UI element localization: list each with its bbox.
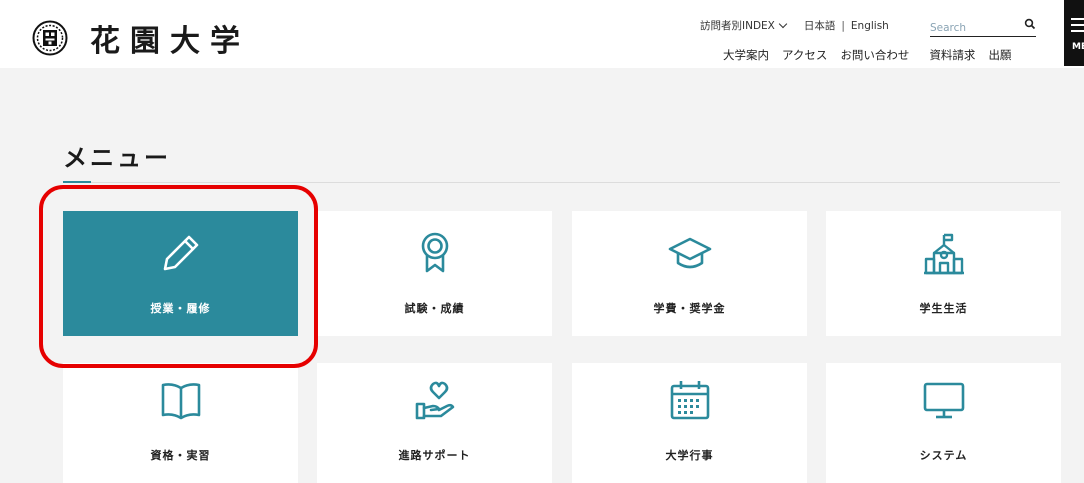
tile-student-life[interactable]: 学生生活 (826, 211, 1061, 336)
menu-button-label: MENU (1072, 42, 1084, 52)
title-divider (63, 182, 1060, 183)
university-emblem-icon (32, 20, 68, 56)
chevron-down-icon (778, 19, 788, 28)
tile-label: 大学行事 (665, 449, 714, 462)
utility-links: 訪問者別INDEX 日本語 | English (700, 18, 889, 33)
nav-apply[interactable]: 出願 (988, 47, 1011, 63)
language-separator: | (841, 19, 845, 32)
school-building-icon (924, 233, 964, 275)
page-title: メニュー (63, 144, 171, 172)
visitor-index-dropdown[interactable]: 訪問者別INDEX (700, 18, 788, 33)
monitor-icon (923, 382, 965, 419)
site-logo[interactable]: 花園大学 (32, 16, 250, 60)
tile-tuition-scholarships[interactable]: 学費・奨学金 (572, 211, 807, 336)
tile-label: 試験・成績 (404, 302, 465, 315)
nav-contact[interactable]: お問い合わせ (840, 47, 909, 63)
search-input[interactable] (930, 19, 1010, 37)
tile-label: 学費・奨学金 (653, 302, 726, 315)
graduation-cap-icon (668, 237, 712, 269)
tile-exams-grades[interactable]: 試験・成績 (317, 211, 552, 336)
menu-button[interactable]: MENU (1064, 0, 1084, 66)
tile-university-events[interactable]: 大学行事 (572, 363, 807, 483)
nav-request-materials[interactable]: 資料請求 (929, 47, 975, 63)
tile-label: 進路サポート (398, 449, 471, 462)
search-box (930, 16, 1036, 37)
site-logo-text: 花園大学 (90, 24, 250, 59)
tile-label: システム (919, 449, 968, 462)
search-icon[interactable] (1024, 18, 1036, 30)
nav-about[interactable]: 大学案内 (723, 47, 769, 63)
calendar-icon (670, 381, 710, 420)
header-nav: 大学案内 アクセス お問い合わせ 資料請求 出願 (723, 47, 1024, 63)
language-japanese-link[interactable]: 日本語 (804, 18, 836, 33)
tile-systems[interactable]: システム (826, 363, 1061, 483)
tile-qualifications-practicum[interactable]: 資格・実習 (63, 363, 298, 483)
nav-access[interactable]: アクセス (782, 47, 827, 63)
title-divider-accent (63, 181, 91, 183)
visitor-index-label: 訪問者別INDEX (700, 20, 775, 32)
tile-career-support[interactable]: 進路サポート (317, 363, 552, 483)
highlight-annotation (39, 185, 318, 368)
site-header: 花園大学 訪問者別INDEX 日本語 | English 大学案内 アクセス お… (0, 0, 1084, 68)
award-ribbon-icon (421, 232, 449, 273)
tile-label: 学生生活 (919, 302, 968, 315)
hamburger-icon (1071, 18, 1084, 36)
open-book-icon (161, 383, 201, 420)
hand-heart-icon (415, 381, 455, 420)
tile-label: 資格・実習 (150, 449, 211, 462)
language-english-link[interactable]: English (851, 20, 889, 32)
